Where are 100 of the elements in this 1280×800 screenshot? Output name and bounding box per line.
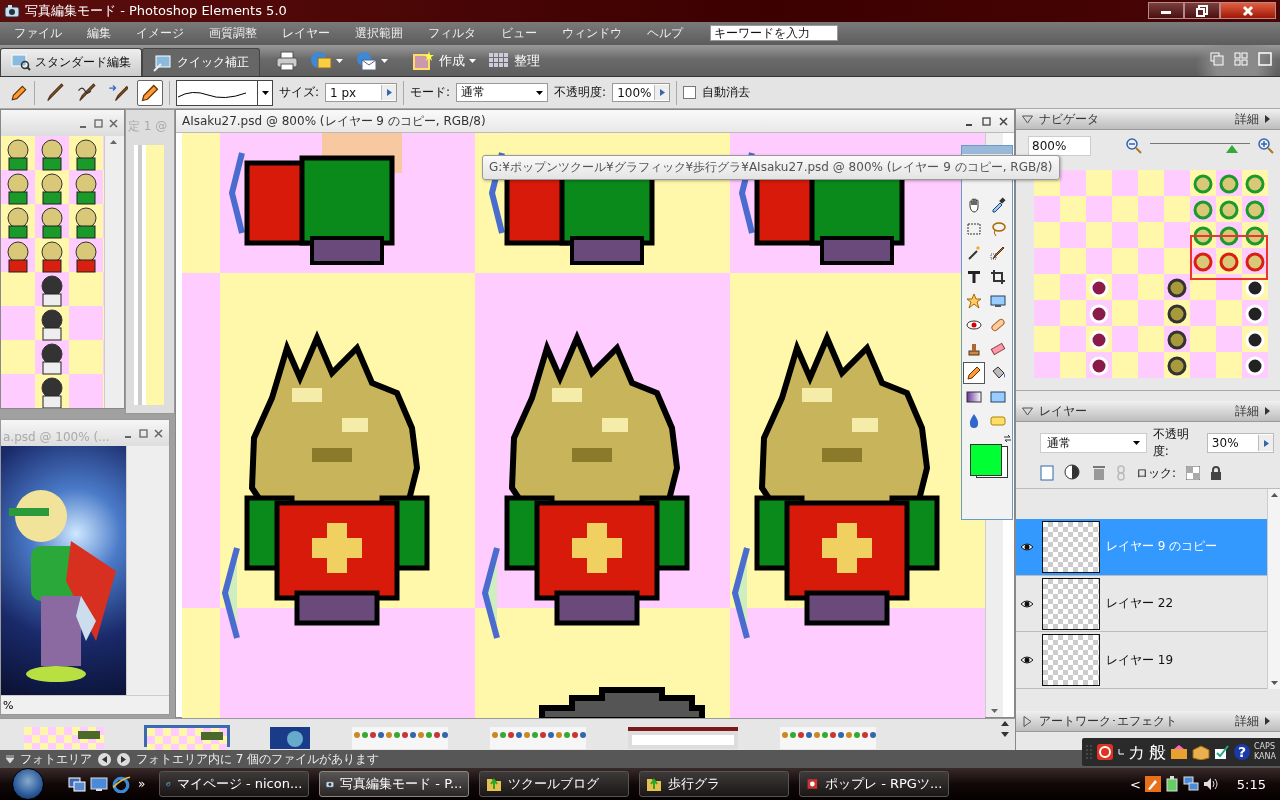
photo-thumbnail[interactable] (268, 725, 312, 748)
close-icon[interactable] (154, 428, 163, 438)
menu-item[interactable]: ファイル (14, 24, 62, 42)
eye-icon[interactable] (1020, 655, 1034, 666)
arrow-right-icon (1265, 717, 1270, 726)
tool-variant-button[interactable] (137, 79, 163, 106)
panel-header[interactable]: レイヤー 詳細 (1016, 401, 1280, 423)
tray-expand-button[interactable]: < (1129, 776, 1141, 792)
taskbar-button[interactable]: ポップレ - RPGツ... (799, 771, 950, 797)
network-icon[interactable] (1182, 776, 1199, 792)
opacity-field[interactable]: 30% (1206, 433, 1274, 454)
sprite-drawing (7, 139, 29, 171)
maximize-icon[interactable] (94, 118, 103, 128)
scroll-up-icon[interactable] (109, 140, 117, 145)
taskbar-button[interactable]: マイページ - nicon... (159, 771, 310, 797)
collapse-icon[interactable] (6, 755, 14, 764)
dictionary-icon[interactable] (1170, 744, 1188, 760)
layer-name: レイヤー 9 のコピー (1106, 538, 1218, 556)
scroll-down-icon[interactable] (1270, 681, 1278, 686)
restore-button[interactable] (1184, 2, 1220, 20)
overflow-button[interactable]: » (138, 777, 146, 791)
toolbar-button[interactable]: 作成 (409, 47, 480, 74)
taskbar-button[interactable]: ツクールブログ (479, 771, 630, 797)
ime-icon[interactable] (1096, 743, 1114, 761)
maximize-icon[interactable] (982, 116, 991, 126)
color-swatches[interactable] (970, 444, 1007, 477)
menu-item[interactable]: 編集 (87, 24, 111, 42)
box-icon[interactable] (1192, 744, 1210, 760)
toolbar-button[interactable]: 整理 (484, 47, 544, 74)
menu-item[interactable]: ビュー (501, 24, 537, 42)
panel-header[interactable]: アートワーク･エフェクト 詳細 (1016, 711, 1280, 733)
size-field[interactable]: 1 px (325, 83, 398, 103)
adjustment-layer-icon[interactable] (1064, 464, 1082, 483)
scroll-down-icon[interactable] (1001, 732, 1009, 738)
menu-item[interactable]: 画質調整 (209, 24, 257, 42)
close-button[interactable] (1220, 2, 1276, 20)
zoom-field[interactable]: 800% (1028, 136, 1091, 157)
taskbar-button[interactable]: 写真編集モード - P... (319, 771, 470, 797)
menu-item[interactable]: ウィンドウ (562, 24, 622, 42)
zoom-out-icon[interactable] (1126, 138, 1142, 155)
photo-thumbnail[interactable] (778, 725, 878, 748)
volume-icon[interactable] (1202, 776, 1219, 792)
close-icon[interactable] (109, 118, 118, 128)
layer-row[interactable]: レイヤー 19 (1016, 632, 1267, 690)
slider-thumb[interactable] (1226, 145, 1238, 154)
eye-icon[interactable] (1020, 541, 1034, 552)
tool-button[interactable] (963, 362, 985, 385)
brush-preset-dropdown[interactable] (176, 79, 273, 106)
zoom-in-icon[interactable] (1258, 138, 1274, 155)
maximize-window-icon[interactable] (1258, 51, 1272, 66)
crop-icon (990, 269, 1006, 286)
browser-icon[interactable] (112, 775, 130, 793)
scroll-up-icon[interactable] (1270, 493, 1278, 498)
corner-mark-icon (1118, 749, 1124, 755)
start-button[interactable] (12, 768, 44, 800)
mode-tab[interactable]: クイック補正 (142, 47, 260, 77)
photo-thumbnail[interactable] (350, 725, 450, 748)
eye-icon[interactable] (1020, 598, 1034, 609)
power-icon[interactable] (1164, 776, 1179, 792)
pen-icon[interactable] (1144, 776, 1161, 792)
menu-item[interactable]: レイヤー (282, 24, 330, 42)
scroll-up-icon[interactable] (1001, 721, 1009, 727)
photo-bin-label[interactable]: フォトエリア (20, 750, 92, 768)
photo-thumbnail[interactable] (22, 725, 106, 748)
panel-header[interactable]: ナビゲータ 詳細 (1016, 109, 1280, 131)
next-button[interactable] (117, 752, 130, 766)
photo-thumbnail[interactable] (144, 725, 230, 748)
menu-item[interactable]: ヘルプ (647, 24, 683, 42)
menu-item[interactable]: 選択範囲 (355, 24, 403, 42)
collapse-triangle-icon (1022, 113, 1033, 125)
previous-button[interactable] (98, 752, 111, 766)
blend-mode-dropdown[interactable]: 通常 (1040, 433, 1147, 454)
padlock-icon[interactable] (1210, 466, 1223, 481)
minimize-button[interactable] (1148, 2, 1184, 20)
menu-item[interactable]: イメージ (136, 24, 184, 42)
conversion-mode-indicator[interactable]: 般 (1149, 740, 1166, 764)
check-pad-icon[interactable] (1214, 744, 1230, 760)
cascade-windows-icon[interactable] (1210, 51, 1224, 66)
layer-row[interactable]: レイヤー 22 (1016, 575, 1267, 633)
menu-item[interactable]: フィルタ (428, 24, 476, 42)
trash-icon[interactable] (1092, 465, 1106, 482)
auto-erase-checkbox[interactable] (683, 86, 697, 100)
search-field[interactable]: キーワードを入力 (710, 25, 838, 42)
switch-windows-icon[interactable] (68, 776, 86, 792)
lock-label: ロック: (1136, 464, 1177, 482)
photo-thumbnail[interactable] (488, 725, 588, 748)
help-button[interactable]: ? (1234, 744, 1250, 760)
opacity-field[interactable]: 100% (612, 83, 671, 103)
swap-colors-icon[interactable] (1003, 434, 1012, 444)
maximize-icon[interactable] (139, 428, 148, 438)
scroll-down-icon[interactable] (991, 709, 998, 714)
tile-windows-icon[interactable] (1234, 51, 1248, 66)
input-mode-indicator[interactable]: カ (1128, 740, 1145, 764)
clock[interactable]: 5:15 (1236, 776, 1266, 792)
show-desktop-icon[interactable] (90, 776, 108, 792)
close-icon[interactable] (999, 116, 1008, 126)
mode-tab[interactable]: スタンダード編集 (0, 47, 142, 77)
mode-dropdown[interactable]: 通常 (456, 83, 549, 103)
photo-thumbnail[interactable] (626, 725, 740, 748)
taskbar-button[interactable]: 歩行グラ (639, 771, 790, 797)
